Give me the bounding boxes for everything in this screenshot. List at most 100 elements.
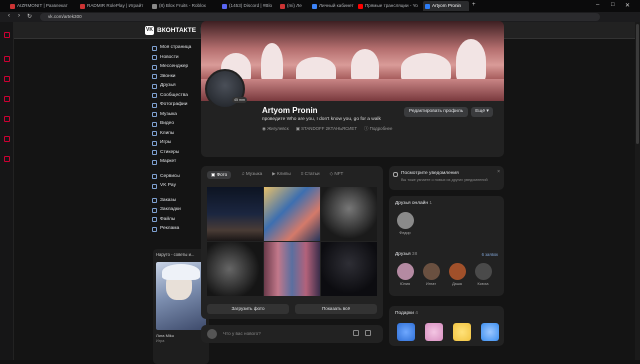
sidebar-item[interactable]: Мессенджер6 [151, 62, 207, 72]
maximize-icon[interactable]: □ [611, 2, 615, 8]
workplace-item[interactable]: ▣ STANDOFF 2КТАНЬЯСИЕТ [296, 126, 357, 132]
photo-thumb[interactable] [321, 187, 377, 241]
nav-icon [152, 55, 157, 60]
photo-thumb[interactable] [207, 187, 263, 241]
browser-tab[interactable]: RADMIR RolePlay | Играйт [78, 1, 146, 11]
browser-tab[interactable]: (1453) Discord | #Blo [220, 1, 278, 11]
left-nav: Моя страница Новости Мессенджер6Звонки Друз… [151, 43, 207, 239]
sidebar-item[interactable]: VK Pay [151, 181, 201, 191]
sidebar-item[interactable]: Сервисы [151, 172, 201, 182]
details-link[interactable]: ⓘ Подробнее [364, 126, 392, 132]
photo-attach-icon[interactable] [353, 330, 359, 336]
browser-tab[interactable]: Прямые трансляции - Yo [356, 1, 420, 11]
photo-thumb[interactable] [264, 242, 320, 296]
music-attach-icon[interactable] [365, 330, 371, 336]
photo-thumb[interactable] [207, 242, 263, 296]
photo-thumb[interactable] [264, 187, 320, 241]
profile-cover[interactable] [201, 21, 504, 101]
sidebar-item[interactable]: Игры [151, 138, 201, 148]
gifts-title[interactable]: Подарки 4 [395, 311, 418, 316]
friends-title[interactable]: Друзья 38 [395, 252, 417, 257]
profile-card: 45 mm Artyom Pronin проведите Who are yo… [201, 21, 504, 157]
gift-heart-icon[interactable] [397, 323, 415, 341]
sidebar-item[interactable]: Клипы [151, 129, 201, 139]
more-button[interactable]: Ещё ▾ [471, 107, 493, 117]
sidebar-item-label: Стикеры [160, 149, 180, 155]
tab-articles[interactable]: ≡ Статьи [301, 171, 320, 179]
post-composer[interactable]: Что у вас нового? [201, 325, 383, 343]
profile-status[interactable]: проведите Who are you, I don't know you,… [262, 117, 381, 122]
edit-profile-button[interactable]: Редактировать профиль [404, 107, 468, 117]
sidebar-item[interactable]: Реклама [151, 224, 201, 234]
sidebar-item[interactable]: Музыка [151, 110, 201, 120]
notification-prompt[interactable]: Посмотрите уведомления Вы тоже узнаете о… [389, 166, 504, 190]
browser-tab[interactable]: (8) Blox Fruits - Roblox [150, 1, 218, 11]
friend-online[interactable]: Федор [395, 212, 415, 235]
page-scrollbar[interactable] [635, 22, 640, 360]
sidebar-item[interactable]: Фотографии [151, 100, 201, 110]
tab-music[interactable]: ♫ Музыка [241, 171, 262, 179]
forward-icon[interactable]: › [18, 13, 20, 19]
gifts-card: Подарки 4 [389, 306, 504, 346]
browser-tab-active[interactable]: Artyom Pronin [423, 1, 469, 11]
browser-tab[interactable]: (mi) Ле [278, 1, 308, 11]
sidebar-item[interactable]: Файлы [151, 215, 201, 225]
close-icon[interactable]: × [497, 169, 500, 175]
gift-snowflake-icon[interactable] [481, 323, 499, 341]
sidebar-item[interactable]: Закладки1 [151, 205, 207, 215]
sidebar-app-icon[interactable] [4, 96, 10, 102]
sidebar-item[interactable]: Заказы [151, 196, 201, 206]
gift-flower-icon[interactable] [425, 323, 443, 341]
nav-icon [152, 45, 157, 51]
friend-name: Даша [452, 282, 462, 286]
tab-nft[interactable]: ◇ NFT [330, 171, 344, 179]
nav-icon [152, 150, 157, 155]
sidebar-item[interactable]: Новости [151, 53, 201, 63]
tab-label: AIZRMONIT | Развлекат [17, 3, 68, 8]
profile-avatar[interactable]: 45 mm [205, 69, 247, 109]
browser-tab[interactable]: AIZRMONIT | Развлекат [8, 1, 76, 11]
nav-icon [152, 83, 157, 89]
sidebar-item-label: Новости [160, 54, 179, 60]
gift-mascot-icon[interactable] [453, 323, 471, 341]
friend-requests-link[interactable]: 6 заявок [482, 252, 498, 257]
sidebar-item[interactable]: Друзья9 [151, 81, 207, 91]
close-icon[interactable]: ✕ [625, 2, 630, 9]
scrollbar-thumb[interactable] [636, 24, 639, 144]
tab-clips[interactable]: ▶ Клипы [272, 171, 291, 179]
sidebar-item[interactable]: Моя страница [151, 43, 201, 53]
sidebar-item-label: Реклама [160, 226, 180, 231]
upload-photo-button[interactable]: Загрузить фото [207, 304, 289, 314]
sidebar-app-icon[interactable] [4, 56, 10, 62]
nav-icon [152, 159, 157, 165]
minimize-icon[interactable]: – [596, 2, 599, 8]
tab-photos[interactable]: ▣ Фото [207, 171, 232, 179]
friend-item[interactable]: Даша [447, 263, 467, 286]
friend-name: Юлия [399, 282, 411, 286]
browser-tab[interactable]: Личный кабинет [310, 1, 354, 11]
photo-thumb[interactable] [321, 242, 377, 296]
vk-logo[interactable]: VK ВКОНТАКТЕ [145, 26, 196, 35]
sidebar-item[interactable]: Стикеры [151, 148, 201, 158]
show-all-button[interactable]: Показать всё [295, 304, 377, 314]
sidebar-app-icon[interactable] [4, 156, 10, 162]
friend-item[interactable]: Ксюха [473, 263, 493, 286]
composer-placeholder[interactable]: Что у вас нового? [223, 325, 261, 343]
new-tab-icon[interactable]: + [472, 2, 476, 8]
sidebar-item-label: Игры [160, 140, 172, 145]
sidebar-item[interactable]: Сообщества [151, 91, 201, 101]
sidebar-app-icon[interactable] [4, 116, 10, 122]
reload-icon[interactable]: ↻ [27, 13, 32, 20]
nav-icon [152, 207, 157, 213]
sidebar-app-icon[interactable] [4, 76, 10, 82]
friend-item[interactable]: Юлия [395, 263, 415, 286]
address-bar[interactable]: vk.com/artek300 [40, 13, 600, 21]
friends-online-title[interactable]: Друзья онлайн 1 [395, 201, 432, 206]
sidebar-app-icon[interactable] [4, 136, 10, 142]
sidebar-item[interactable]: Видео [151, 119, 201, 129]
sidebar-app-icon[interactable] [4, 32, 10, 38]
sidebar-item[interactable]: Маркет [151, 157, 201, 167]
back-icon[interactable]: ‹ [8, 13, 10, 19]
sidebar-item[interactable]: Звонки [151, 72, 201, 82]
friend-item[interactable]: Игнат [421, 263, 441, 286]
